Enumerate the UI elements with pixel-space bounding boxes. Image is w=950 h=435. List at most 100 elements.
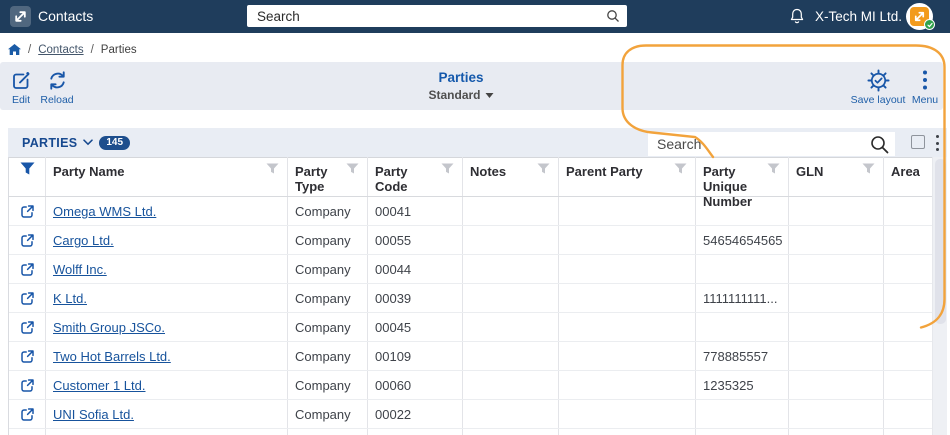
party-name-link[interactable]: Wolff Inc. xyxy=(53,262,107,277)
reload-button[interactable]: Reload xyxy=(38,68,76,106)
notes-cell xyxy=(462,313,558,342)
grid-kebab-menu-icon[interactable] xyxy=(933,135,941,151)
grid-search-input[interactable] xyxy=(648,132,856,156)
record-count-badge: 145 xyxy=(99,135,131,150)
gln-cell xyxy=(788,342,883,371)
notes-cell xyxy=(462,197,558,226)
gln-cell xyxy=(788,400,883,429)
column-header-area[interactable]: Area xyxy=(883,158,932,179)
chevron-down-icon xyxy=(485,92,494,98)
parent-party-cell xyxy=(558,371,695,400)
filter-icon[interactable] xyxy=(537,163,550,174)
party-type-cell: Company xyxy=(295,378,351,393)
parent-party-cell xyxy=(558,313,695,342)
table-row: Two Hot Barrels Ltd. Company 00109 77888… xyxy=(9,342,932,371)
notes-cell xyxy=(462,226,558,255)
area-cell xyxy=(883,313,932,342)
open-record-button[interactable] xyxy=(9,255,45,284)
grid-panel-header: PARTIES 145 xyxy=(8,128,947,157)
parent-party-cell xyxy=(558,284,695,313)
layout-selector-label: Standard xyxy=(428,88,481,102)
parent-party-cell xyxy=(558,400,695,429)
kebab-menu-icon xyxy=(908,68,942,92)
open-record-button[interactable] xyxy=(9,400,45,429)
edit-button[interactable]: Edit xyxy=(4,68,38,106)
party-type-cell: Company xyxy=(295,204,351,219)
party-code-cell: 00041 xyxy=(375,204,412,219)
open-record-button[interactable] xyxy=(9,197,45,226)
app-window: Contacts X-Tech MI Ltd. xyxy=(0,0,950,435)
table-row: Customer 1 Ltd. Company 00060 1235325 xyxy=(9,371,932,400)
filter-icon[interactable] xyxy=(441,163,454,174)
edit-button-label: Edit xyxy=(11,94,31,106)
open-record-button[interactable] xyxy=(9,226,45,255)
notes-cell xyxy=(462,342,558,371)
window-mode-icon[interactable] xyxy=(911,135,925,149)
breadcrumb-link-contacts[interactable]: Contacts xyxy=(38,44,83,56)
notes-cell xyxy=(462,255,558,284)
party-type-cell: Company xyxy=(295,349,351,364)
filter-icon[interactable] xyxy=(674,163,687,174)
breadcrumb: / Contacts / Parties xyxy=(8,42,137,58)
menu-button[interactable]: Menu xyxy=(908,68,942,106)
parent-party-cell xyxy=(558,255,695,284)
filter-icon[interactable] xyxy=(346,163,359,174)
reload-button-label: Reload xyxy=(40,94,74,106)
column-header-party-name[interactable]: Party Name xyxy=(45,158,287,179)
party-name-link[interactable]: Smith Group JSCo. xyxy=(53,320,165,335)
global-search-input[interactable] xyxy=(247,5,599,27)
account-name[interactable]: X-Tech MI Ltd. xyxy=(815,0,902,33)
filter-icon[interactable] xyxy=(767,163,780,174)
top-navbar: Contacts X-Tech MI Ltd. xyxy=(0,0,950,33)
gln-cell xyxy=(788,284,883,313)
save-layout-button[interactable]: Save layout xyxy=(848,68,908,106)
party-code-cell: 00022 xyxy=(375,407,412,422)
search-icon[interactable] xyxy=(869,134,890,155)
menu-button-label: Menu xyxy=(911,94,939,106)
grid-title-dropdown[interactable]: PARTIES 145 xyxy=(22,128,131,157)
app-logo-icon[interactable] xyxy=(10,6,31,27)
breadcrumb-separator: / xyxy=(90,44,94,56)
reload-icon xyxy=(38,68,76,92)
party-name-link[interactable]: Cargo Ltd. xyxy=(53,233,114,248)
vertical-scrollbar[interactable] xyxy=(932,157,947,435)
party-code-cell: 00044 xyxy=(375,262,412,277)
table-row: K Ltd. Company 00039 1111111111... xyxy=(9,284,932,313)
open-record-button[interactable] xyxy=(9,284,45,313)
area-cell xyxy=(883,400,932,429)
bell-icon[interactable] xyxy=(789,8,805,25)
party-type-cell: Company xyxy=(295,320,351,335)
notes-cell xyxy=(462,371,558,400)
party-code-cell: 00045 xyxy=(375,320,412,335)
party-code-cell: 00055 xyxy=(375,233,412,248)
active-filter-icon[interactable] xyxy=(20,162,35,175)
search-icon[interactable] xyxy=(606,9,620,23)
notes-cell xyxy=(462,400,558,429)
area-cell xyxy=(883,342,932,371)
scrollbar-thumb[interactable] xyxy=(935,159,946,324)
gln-cell xyxy=(788,371,883,400)
open-record-button[interactable] xyxy=(9,342,45,371)
gln-cell xyxy=(788,313,883,342)
global-search xyxy=(247,5,627,27)
table-row: Smith Group JSCo. Company 00045 xyxy=(9,313,932,342)
party-name-link[interactable]: Omega WMS Ltd. xyxy=(53,204,156,219)
party-name-link[interactable]: K Ltd. xyxy=(53,291,87,306)
party-name-link[interactable]: Two Hot Barrels Ltd. xyxy=(53,349,171,364)
party-unique-number-cell: 1235325 xyxy=(703,378,754,393)
open-record-button[interactable] xyxy=(9,371,45,400)
party-code-cell: 00109 xyxy=(375,349,412,364)
edit-icon xyxy=(4,68,38,92)
party-code-cell: 00039 xyxy=(375,291,412,306)
breadcrumb-separator: / xyxy=(28,44,32,56)
filter-icon[interactable] xyxy=(862,163,875,174)
party-name-link[interactable]: Customer 1 Ltd. xyxy=(53,378,146,393)
party-type-cell: Company xyxy=(295,407,351,422)
home-icon[interactable] xyxy=(8,44,21,56)
filter-icon[interactable] xyxy=(266,163,279,174)
party-type-cell: Company xyxy=(295,291,351,306)
party-name-link[interactable]: UNI Sofia Ltd. xyxy=(53,407,134,422)
layout-selector[interactable]: Standard xyxy=(428,88,494,102)
gln-cell xyxy=(788,226,883,255)
open-record-button[interactable] xyxy=(9,313,45,342)
